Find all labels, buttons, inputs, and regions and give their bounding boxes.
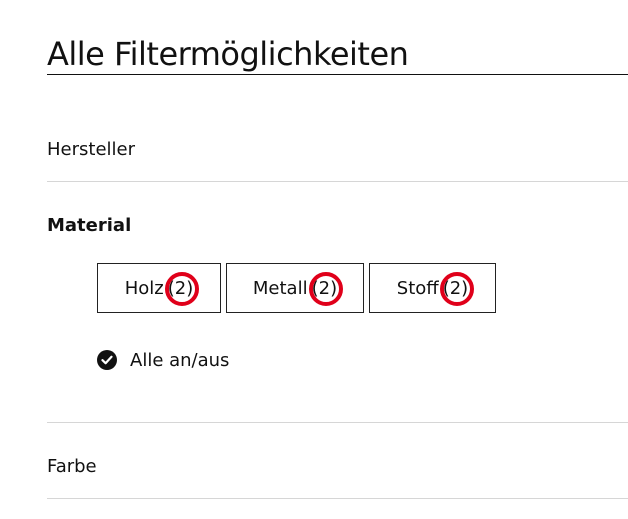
filter-section-hersteller[interactable]: Hersteller [47, 138, 135, 162]
toggle-all-label: Alle an/aus [130, 349, 230, 371]
check-circle-icon [97, 350, 117, 370]
divider [47, 181, 628, 182]
title-underline [47, 74, 628, 75]
option-name: Stoff [396, 277, 439, 299]
divider [47, 498, 628, 499]
material-option-metall[interactable]: Metall (2) [226, 263, 364, 313]
material-option-holz[interactable]: Holz (2) [97, 263, 221, 313]
option-name: Holz [124, 277, 164, 299]
page-title: Alle Filtermöglichkeiten [47, 35, 409, 73]
toggle-all-button[interactable]: Alle an/aus [97, 347, 229, 373]
material-option-stoff[interactable]: Stoff (2) [369, 263, 496, 313]
option-count: (2) [442, 277, 469, 299]
filter-section-material[interactable]: Material [47, 214, 131, 238]
option-count: (2) [311, 277, 338, 299]
option-count: (2) [167, 277, 194, 299]
divider [47, 422, 628, 423]
filter-section-farbe[interactable]: Farbe [47, 455, 97, 479]
option-name: Metall [252, 277, 308, 299]
